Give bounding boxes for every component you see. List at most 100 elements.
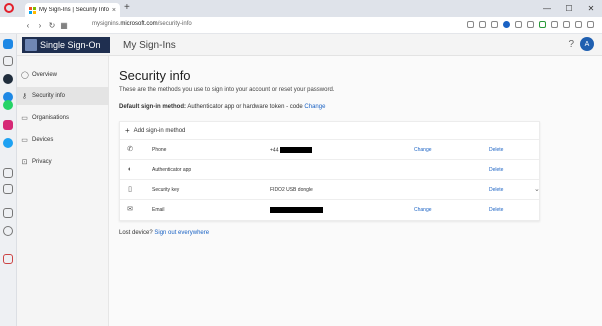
nav-item-overview[interactable]: ◯ Overview [17, 66, 109, 84]
twitter-icon[interactable] [3, 138, 13, 148]
speed-dial-icon[interactable] [3, 56, 13, 66]
laptop-icon: ▭ [21, 136, 28, 144]
default-sign-in-method: Default sign-in method: Authenticator ap… [119, 104, 325, 110]
avatar[interactable]: A [580, 37, 594, 51]
nav-item-label: Devices [32, 137, 54, 143]
key-icon: ⚷ [21, 92, 28, 100]
app-title: My Sign-Ins [123, 40, 176, 51]
nav-item-devices[interactable]: ▭ Devices [17, 131, 109, 149]
extension-icon[interactable] [527, 21, 534, 28]
clock-icon[interactable] [3, 168, 13, 178]
sign-out-everywhere-link[interactable]: Sign out everywhere [154, 230, 209, 236]
delete-link[interactable]: Delete [489, 167, 503, 173]
method-detail-text: +44 [270, 147, 279, 154]
nav-item-organisations[interactable]: ▭ Organisations [17, 109, 109, 127]
extension-icon[interactable] [467, 21, 474, 28]
method-detail: FIDO2 USB dongle [270, 187, 313, 193]
nav-item-label: Organisations [32, 115, 70, 121]
maximize-button[interactable]: ☐ [558, 0, 580, 17]
reload-icon[interactable]: ↻ [46, 21, 58, 30]
authenticator-icon: ◐ [127, 166, 133, 173]
phone-icon: ✆ [127, 146, 133, 153]
usb-key-icon: ▯ [128, 186, 132, 193]
heart-icon[interactable] [3, 208, 13, 218]
url-field[interactable]: mysignins.microsoft.com/security-info [92, 21, 192, 27]
extension-icon[interactable] [491, 21, 498, 28]
browser-tab-bar: My Sign-Ins | Security Info × + — ☐ ✕ [0, 0, 602, 17]
minimize-button[interactable]: — [536, 0, 558, 17]
brand-mark-icon [25, 39, 37, 51]
nav-item-label: Privacy [32, 159, 52, 165]
opera-logo-icon[interactable] [4, 3, 14, 13]
brand-text: Single Sign-On [40, 40, 101, 50]
url-prefix: mysignins. [92, 21, 121, 27]
download-icon[interactable] [575, 21, 582, 28]
menu-icon[interactable] [587, 21, 594, 28]
history-icon[interactable] [3, 226, 13, 236]
tab-close-icon[interactable]: × [112, 7, 116, 14]
extension-icon[interactable] [539, 21, 546, 28]
extension-icon[interactable] [563, 21, 570, 28]
forward-icon[interactable]: › [34, 21, 46, 30]
url-domain: microsoft.com [120, 21, 158, 27]
nav-item-label: Overview [32, 72, 58, 78]
mail-icon: ✉ [127, 206, 133, 213]
app-header: Single Sign-On My Sign-Ins ? A [17, 34, 602, 56]
delete-link[interactable]: Delete [489, 187, 503, 193]
method-row-security-key: ▯ Security key FIDO2 USB dongle Delete ⌄ [120, 180, 540, 200]
method-row-phone: ✆ Phone +44 Change Delete [120, 140, 539, 160]
person-icon: ◯ [21, 71, 29, 79]
browser-tab[interactable]: My Sign-Ins | Security Info × [25, 3, 120, 17]
add-sign-in-method-button[interactable]: + Add sign-in method [120, 122, 539, 140]
left-navigation: ◯ Overview ⚷ Security info ▭ Organisatio… [17, 56, 109, 326]
redaction-bar [270, 207, 323, 213]
tab-title: My Sign-Ins | Security Info [39, 7, 109, 13]
window-controls: — ☐ ✕ [536, 0, 602, 17]
method-name: Email [152, 207, 165, 213]
nav-item-security-info[interactable]: ⚷ Security info [17, 87, 109, 105]
method-detail: +44 [270, 147, 312, 153]
help-icon[interactable]: ? [568, 39, 574, 50]
microsoft-logo-icon [29, 6, 36, 14]
method-name: Phone [152, 147, 167, 153]
method-row-email: ✉ Email Change Delete [120, 200, 539, 220]
default-method-change-link[interactable]: Change [304, 104, 325, 110]
send-icon[interactable] [3, 184, 13, 194]
brand-logo[interactable]: Single Sign-On [22, 37, 110, 53]
tabs-icon[interactable]: ▦ [58, 21, 70, 30]
url-path: /security-info [157, 21, 192, 27]
redaction-bar [279, 147, 312, 153]
nav-item-label: Security info [32, 93, 66, 99]
lost-device-label: Lost device? [119, 230, 153, 236]
extension-icon[interactable] [551, 21, 558, 28]
delete-link[interactable]: Delete [489, 207, 503, 213]
address-bar: ‹ › ↻ ▦ mysignins.microsoft.com/security… [0, 17, 602, 34]
whatsapp-icon[interactable] [3, 100, 13, 110]
opera-sidebar [0, 34, 17, 326]
close-window-button[interactable]: ✕ [580, 0, 602, 17]
extension-icon[interactable] [515, 21, 522, 28]
vpn-icon[interactable] [503, 21, 510, 28]
main-content: Security info These are the methods you … [109, 56, 602, 326]
method-detail [270, 207, 323, 213]
instagram-icon[interactable] [3, 120, 13, 130]
chevron-down-icon[interactable]: ⌄ [534, 185, 540, 193]
change-link[interactable]: Change [414, 147, 432, 153]
nav-item-privacy[interactable]: ⊡ Privacy [17, 153, 109, 171]
briefcase-icon: ▭ [21, 114, 28, 122]
default-method-label: Default sign-in method: [119, 104, 186, 110]
new-tab-button[interactable]: + [124, 2, 130, 14]
lock-icon: ⊡ [21, 158, 28, 166]
pinboard-icon[interactable] [3, 254, 13, 264]
extension-icon[interactable] [479, 21, 486, 28]
plus-icon: + [125, 126, 130, 135]
add-method-label: Add sign-in method [133, 127, 186, 134]
home-icon[interactable] [3, 39, 13, 49]
delete-link[interactable]: Delete [489, 147, 503, 153]
extension-icons [467, 21, 594, 28]
lost-device: Lost device? Sign out everywhere [119, 230, 209, 236]
change-link[interactable]: Change [414, 207, 432, 213]
back-icon[interactable]: ‹ [22, 21, 34, 30]
messenger-icon[interactable] [3, 74, 13, 84]
page-title: Security info [119, 68, 191, 83]
